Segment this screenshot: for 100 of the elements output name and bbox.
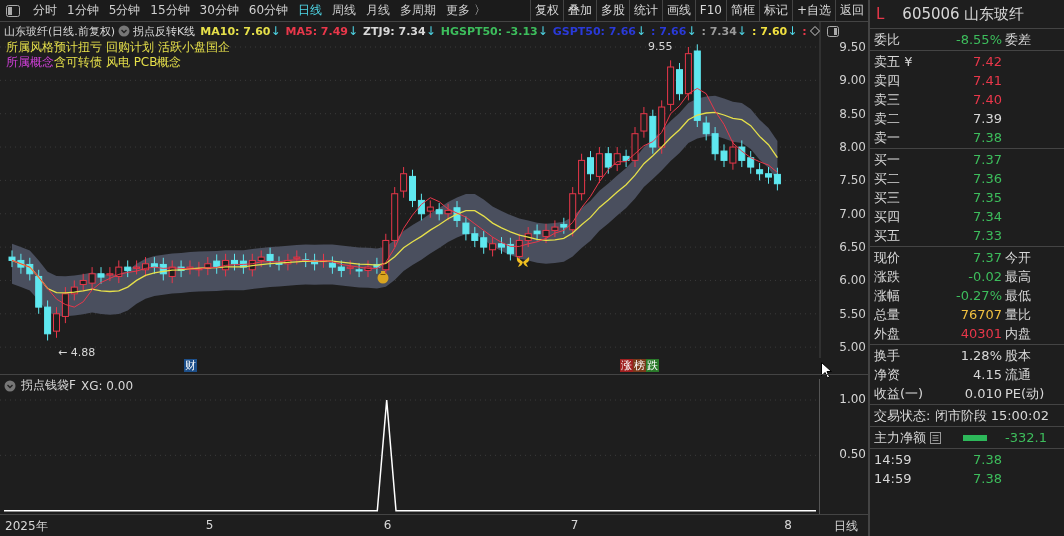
ask-price: 7.41 (972, 73, 1002, 88)
price-axis-label: 9.50 (839, 40, 866, 54)
tag-label: 所属风格 (6, 40, 54, 55)
ask-price: 7.39 (972, 111, 1002, 126)
period-tab[interactable]: 日线 (293, 2, 328, 19)
bid-price: 7.37 (972, 152, 1002, 167)
field-label: 换手 (874, 346, 901, 365)
period-label: 日线 (834, 518, 858, 535)
market-flag-label: L (876, 5, 885, 23)
field-label: 委差 (1005, 30, 1031, 49)
down-arrow: ↓ (787, 24, 798, 38)
dropdown-icon[interactable] (118, 25, 131, 37)
bid-label: 买二 (874, 169, 901, 188)
butterfly-icon (516, 256, 530, 268)
chart-title: 山东玻纤(日线.前复权) (4, 23, 116, 39)
field-value: -8.55% (955, 32, 1002, 47)
bid-price: 7.34 (972, 209, 1002, 224)
field-label: 外盘 (874, 324, 901, 343)
field-label: 主力净额 (874, 428, 926, 447)
price-axis-label: 9.00 (839, 73, 866, 88)
ask-label: 卖五 ¥ (874, 52, 914, 71)
down-arrow: ↓ (736, 24, 747, 38)
field-label: PE(动) (1005, 384, 1045, 403)
low-price-label: ← 4.88 (58, 346, 96, 359)
toolbar-button[interactable]: 简框 (725, 0, 759, 21)
toolbar-button[interactable]: 返回 (835, 0, 868, 21)
down-arrow: ↓ (686, 24, 697, 38)
indicator-value: MA5: 7.49 (285, 24, 348, 38)
date-axis-label: 5 (205, 518, 214, 532)
flow-value: -332.1 (1005, 430, 1047, 445)
trading-status: 交易状态: 闭市阶段 15:00:02 (874, 406, 1050, 425)
bid-price: 7.35 (972, 190, 1002, 205)
indicator-name[interactable]: 拐点反转K线 (133, 23, 196, 39)
period-tab[interactable]: 5分钟 (103, 2, 146, 19)
down-arrow: ↓ (425, 24, 436, 38)
period-tab[interactable]: 更多 〉 (441, 2, 491, 19)
indicator-value: ZTJ9: 7.34 (363, 24, 426, 38)
field-label: 最低 (1005, 286, 1031, 305)
dropdown-icon[interactable] (4, 379, 16, 392)
field-value: 0.010 (963, 386, 1002, 401)
toolbar-button[interactable]: +自选 (791, 0, 835, 21)
toolbar-button[interactable]: 标记 (758, 0, 792, 21)
down-arrow: ↓ (635, 24, 647, 38)
sidebar-toggle-icon[interactable] (6, 4, 20, 17)
flow-bar (963, 434, 987, 441)
signal-tag: 榜 (633, 359, 647, 372)
ask-price: 7.38 (972, 130, 1002, 145)
period-tab[interactable]: 30分钟 (194, 2, 244, 19)
date-axis-label: 8 (784, 518, 792, 532)
axis-label: 0.50 (839, 447, 866, 462)
trade-time: 14:59 (874, 471, 913, 486)
period-tab[interactable]: 周线 (327, 2, 362, 19)
toolbar-button[interactable]: 复权 (529, 0, 563, 21)
period-tab[interactable]: 15分钟 (145, 2, 195, 19)
down-arrow: ↓ (537, 24, 548, 38)
tag-label: 所属概念 (6, 55, 54, 70)
ask-label: 卖二 (874, 109, 901, 128)
field-value: 4.15 (972, 367, 1002, 382)
toolbar-button[interactable]: 画线 (661, 0, 695, 21)
date-axis-label: 7 (570, 518, 579, 532)
bid-label: 买五 (874, 226, 901, 245)
pointer-cursor-icon (821, 362, 832, 379)
indicator-name: 拐点钱袋F (21, 377, 76, 394)
price-axis-label: 5.50 (839, 306, 866, 321)
period-tab[interactable]: 60分钟 (243, 2, 294, 19)
date-axis-label: 2025年 (5, 518, 48, 535)
price-axis-label: 8.50 (839, 106, 866, 121)
toolbar-button[interactable]: 多股 (595, 0, 629, 21)
diamond-icon[interactable] (809, 26, 820, 36)
toolbar-button[interactable]: 统计 (628, 0, 662, 21)
indicator-value: MA10: 7.60 (200, 24, 271, 38)
trade-time: 14:59 (874, 452, 913, 467)
indicator-value: : 7.34 (701, 24, 737, 38)
price-axis-label: 7.00 (839, 206, 866, 221)
signal-tag: 跌 (646, 359, 660, 372)
bid-label: 买一 (874, 150, 901, 169)
price-axis-label: 8.00 (839, 140, 866, 155)
bid-price: 7.33 (972, 228, 1002, 243)
list-icon[interactable] (930, 431, 941, 444)
field-value: 7.37 (972, 250, 1002, 265)
field-label: 委比 (874, 30, 901, 49)
stock-title: 605006 山东玻纤 (902, 4, 1025, 24)
toolbar-button[interactable]: F10 (694, 0, 726, 21)
field-label: 最高 (1005, 267, 1031, 286)
period-tab[interactable]: 月线 (361, 2, 396, 19)
period-tab[interactable]: 1分钟 (62, 2, 104, 19)
indicator-value: : 7.60 (751, 24, 788, 38)
trade-price: 7.38 (972, 471, 1002, 486)
field-value: -0.02 (967, 269, 1002, 284)
period-tab[interactable]: 多周期 (395, 2, 442, 19)
indicator-value: HGSPT50: -3.13 (440, 24, 538, 38)
ask-price: 7.40 (972, 92, 1002, 107)
field-value: 76707 (959, 307, 1002, 322)
price-axis-label: 6.00 (839, 273, 866, 288)
toolbar-button[interactable]: 叠加 (562, 0, 596, 21)
ask-label: 卖三 (874, 90, 901, 109)
down-arrow: ↓ (270, 24, 281, 38)
panel-toggle-icon[interactable] (826, 25, 839, 37)
period-tab[interactable]: 分时 (28, 2, 62, 19)
money-bag-icon (376, 270, 390, 284)
